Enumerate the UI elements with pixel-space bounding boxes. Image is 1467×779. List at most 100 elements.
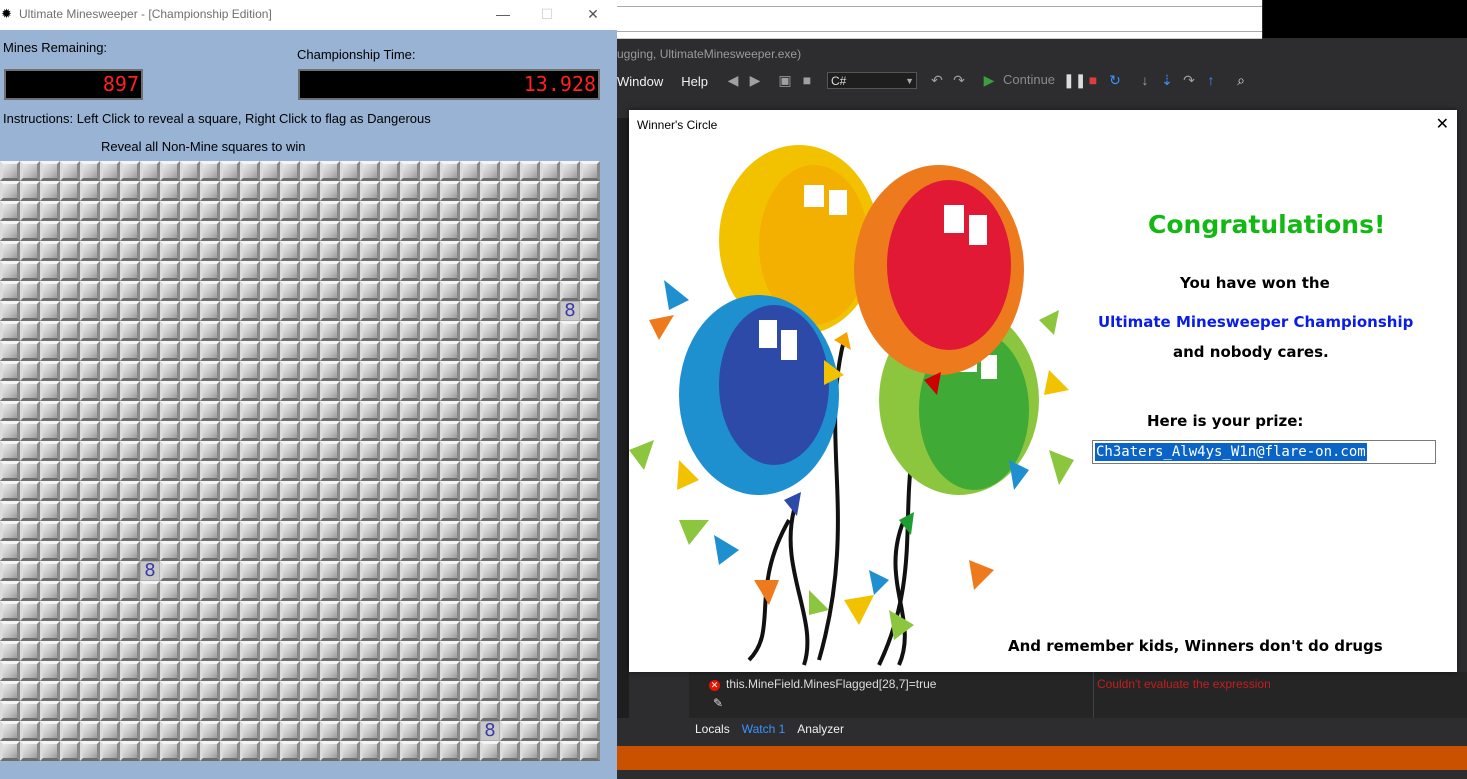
mine-cell[interactable] [420, 741, 440, 761]
mine-cell[interactable] [260, 541, 280, 561]
mine-cell[interactable] [420, 281, 440, 301]
mine-cell[interactable] [80, 441, 100, 461]
mine-cell[interactable] [240, 601, 260, 621]
mine-cell[interactable] [240, 721, 260, 741]
mine-cell[interactable] [560, 521, 580, 541]
mine-cell[interactable] [20, 261, 40, 281]
mine-cell[interactable] [220, 741, 240, 761]
mine-cell[interactable] [200, 661, 220, 681]
mine-cell[interactable] [520, 661, 540, 681]
mine-cell[interactable] [480, 361, 500, 381]
mine-cell[interactable] [480, 181, 500, 201]
mine-cell[interactable] [20, 681, 40, 701]
mine-cell[interactable] [20, 441, 40, 461]
mine-cell[interactable] [0, 301, 20, 321]
mine-cell[interactable] [460, 301, 480, 321]
mine-cell[interactable] [200, 361, 220, 381]
tab-watch-1[interactable]: Watch 1 [736, 720, 792, 738]
mine-cell[interactable] [140, 161, 160, 181]
mine-cell[interactable] [160, 181, 180, 201]
mine-cell[interactable] [540, 521, 560, 541]
mine-cell[interactable] [560, 381, 580, 401]
mine-cell[interactable] [460, 681, 480, 701]
mine-cell[interactable] [80, 201, 100, 221]
mine-cell[interactable] [260, 481, 280, 501]
mine-cell[interactable] [80, 641, 100, 661]
mine-cell[interactable] [460, 621, 480, 641]
mine-cell[interactable] [280, 621, 300, 641]
mine-cell[interactable] [540, 361, 560, 381]
step-out-icon[interactable]: ↑ [1203, 72, 1219, 88]
mine-cell[interactable] [480, 421, 500, 441]
mine-cell[interactable] [260, 201, 280, 221]
mine-cell[interactable] [480, 301, 500, 321]
mine-cell[interactable] [80, 401, 100, 421]
mine-cell[interactable] [540, 601, 560, 621]
mine-cell[interactable] [400, 621, 420, 641]
mine-cell[interactable] [520, 181, 540, 201]
mine-cell[interactable] [400, 501, 420, 521]
mine-cell[interactable] [120, 301, 140, 321]
mine-cell[interactable] [380, 581, 400, 601]
mine-cell[interactable] [60, 681, 80, 701]
mine-cell[interactable] [360, 401, 380, 421]
mine-cell[interactable] [240, 241, 260, 261]
mine-cell[interactable] [280, 421, 300, 441]
mine-cell[interactable] [340, 201, 360, 221]
mine-cell[interactable] [460, 261, 480, 281]
mine-cell[interactable] [0, 381, 20, 401]
mine-cell[interactable] [100, 621, 120, 641]
mine-cell[interactable] [140, 741, 160, 761]
mine-cell[interactable] [500, 301, 520, 321]
mine-cell[interactable] [520, 441, 540, 461]
mine-cell[interactable] [220, 281, 240, 301]
mine-cell[interactable] [240, 661, 260, 681]
mine-cell[interactable] [520, 601, 540, 621]
mine-cell[interactable] [80, 361, 100, 381]
mine-cell[interactable] [20, 301, 40, 321]
mine-cell[interactable] [20, 461, 40, 481]
mine-cell[interactable] [340, 461, 360, 481]
mine-cell[interactable] [440, 441, 460, 461]
mine-cell[interactable] [180, 641, 200, 661]
mine-cell[interactable] [160, 581, 180, 601]
mine-cell[interactable] [180, 621, 200, 641]
mine-cell[interactable] [560, 541, 580, 561]
mine-cell[interactable] [240, 401, 260, 421]
mine-cell[interactable] [100, 501, 120, 521]
mine-cell[interactable] [400, 321, 420, 341]
mine-cell[interactable] [140, 441, 160, 461]
mine-cell[interactable] [560, 501, 580, 521]
mine-cell[interactable] [580, 421, 600, 441]
mine-cell[interactable] [240, 201, 260, 221]
mine-cell[interactable] [220, 221, 240, 241]
mine-cell[interactable] [0, 181, 20, 201]
mine-cell[interactable] [580, 321, 600, 341]
mine-cell[interactable] [160, 241, 180, 261]
mine-cell[interactable] [40, 561, 60, 581]
mine-cell[interactable] [180, 501, 200, 521]
mine-cell[interactable] [200, 601, 220, 621]
mine-cell[interactable] [280, 181, 300, 201]
mine-cell[interactable] [580, 341, 600, 361]
mine-cell[interactable] [20, 701, 40, 721]
mine-cell[interactable] [320, 361, 340, 381]
mine-cell[interactable] [220, 161, 240, 181]
maximize-button[interactable]: ☐ [535, 3, 559, 25]
mine-cell[interactable] [380, 301, 400, 321]
mine-cell[interactable] [360, 621, 380, 641]
mine-cell[interactable] [560, 341, 580, 361]
mine-cell[interactable] [120, 541, 140, 561]
mine-cell[interactable] [440, 461, 460, 481]
mine-cell[interactable] [60, 501, 80, 521]
mine-cell[interactable] [160, 621, 180, 641]
mine-cell[interactable] [260, 181, 280, 201]
mine-cell[interactable] [440, 661, 460, 681]
mine-cell[interactable] [400, 541, 420, 561]
mine-cell[interactable] [400, 361, 420, 381]
mine-cell[interactable] [280, 301, 300, 321]
mine-cell[interactable] [180, 301, 200, 321]
mine-cell[interactable] [280, 241, 300, 261]
mine-cell[interactable] [260, 361, 280, 381]
mine-cell[interactable] [220, 581, 240, 601]
